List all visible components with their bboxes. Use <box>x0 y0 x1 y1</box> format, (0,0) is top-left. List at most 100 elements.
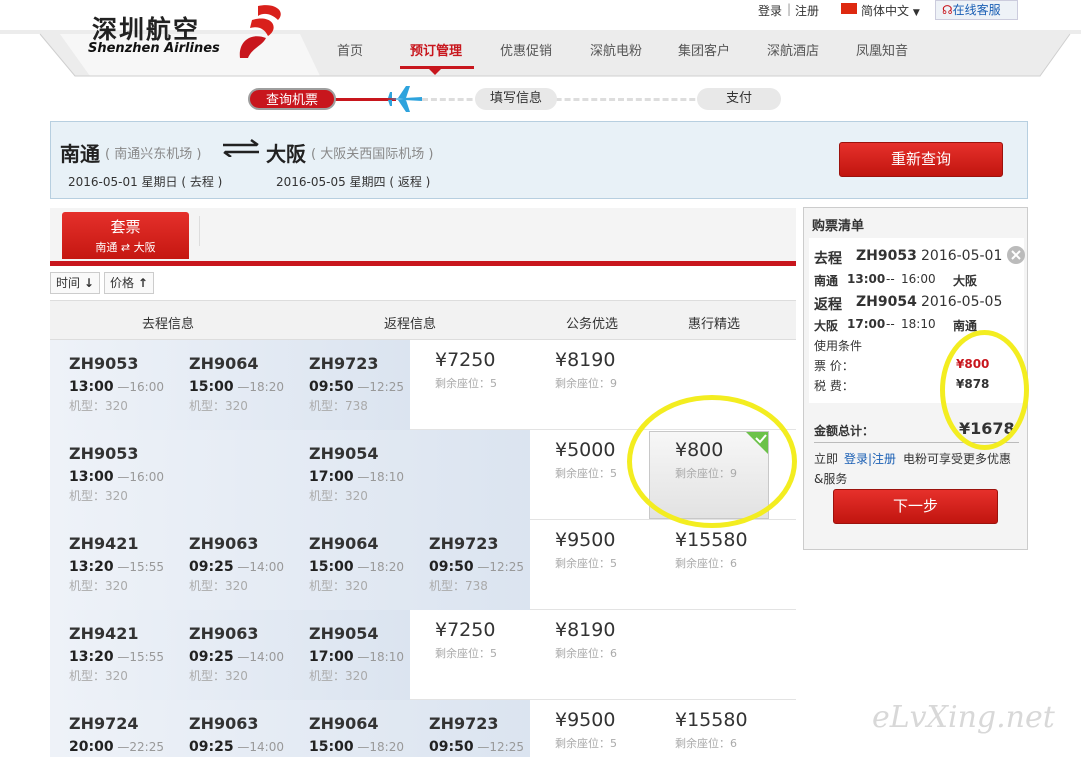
aircraft-type-label: 机型： <box>69 399 106 413</box>
departure-time: 20:00 <box>69 739 114 755</box>
search-summary: 南通 ( 南通兴东机场 ) 大阪 ( 大阪关西国际机场 ) 2016-05-01… <box>50 121 1028 199</box>
departure-time: 09:50 <box>309 379 354 395</box>
fare-option[interactable]: ¥8190 剩余座位：9 <box>555 349 617 391</box>
aircraft-type-value: 320 <box>105 489 128 503</box>
seats-left-value: 6 <box>730 737 737 750</box>
fare-option[interactable]: ¥8190 剩余座位：6 <box>555 619 617 661</box>
seats-left-label: 剩余座位： <box>435 377 490 390</box>
fare-option[interactable]: ¥7250 剩余座位：5 <box>435 619 497 661</box>
next-step-button[interactable]: 下一步 <box>833 489 998 524</box>
arrow-down-icon: ↓ <box>83 276 94 290</box>
flight-times: 09:25 —14:00 <box>189 559 284 575</box>
seats-left: 剩余座位：5 <box>555 555 617 571</box>
flight-row: ZH9421 13:20 —15:55 机型：320 ZH9063 09:25 —14:… <box>50 520 796 610</box>
language-select[interactable]: 简体中文 ▼ <box>861 2 920 19</box>
register-link[interactable]: 注册 <box>795 2 819 19</box>
flight-times: 20:00 —22:25 <box>69 739 164 755</box>
time-dash: — <box>233 650 250 664</box>
promo-tail: &服务 <box>814 472 848 486</box>
aircraft-type: 机型：320 <box>189 397 284 414</box>
aircraft-type: 机型：738 <box>309 397 404 414</box>
requery-button[interactable]: 重新查询 <box>839 142 1003 177</box>
fare-option[interactable]: ¥7250 剩余座位：5 <box>435 349 497 391</box>
flight-times: 09:25 —14:00 <box>189 649 284 665</box>
time-dash: — <box>353 470 370 484</box>
step-remaining-line <box>422 98 722 101</box>
flight-segment: ZH9723 09:50 —12:25 机型：738 <box>429 534 524 594</box>
sort-by-price-button[interactable]: 价格 ↑ <box>104 272 154 294</box>
total-label: 金额总计： <box>814 424 875 438</box>
usage-conditions-link[interactable]: 使用条件 <box>814 337 862 354</box>
aircraft-type-value: 320 <box>345 579 368 593</box>
aircraft-type-label: 机型： <box>309 579 346 593</box>
flight-number: ZH9064 <box>189 354 259 373</box>
cart-out-dep: 13:00 <box>847 272 886 286</box>
from-city: 南通 <box>60 142 100 166</box>
seats-left: 剩余座位：5 <box>435 375 497 391</box>
flight-segment: ZH9064 15:00 —18:20 机型：320 <box>309 534 404 594</box>
nav-fans[interactable]: 深航电粉 <box>590 40 642 59</box>
tax-label: 税 费： <box>814 379 854 393</box>
headset-icon: ☊ <box>942 3 953 17</box>
nav-phoenix-miles[interactable]: 凤凰知音 <box>856 40 908 59</box>
flight-segment: ZH9063 09:25 —14:00 机型：320 <box>189 624 284 684</box>
flight-times: 17:00 —18:10 <box>309 649 404 665</box>
nav-booking[interactable]: 预订管理 <box>410 40 462 59</box>
seats-left-label: 剩余座位： <box>555 647 610 660</box>
fare-price: ¥15580 <box>675 709 748 731</box>
remove-item-icon[interactable] <box>1006 245 1026 265</box>
fare-option[interactable]: ¥9500 剩余座位：5 <box>555 709 617 751</box>
return-date: 2016-05-05 星期四 ( 返程 ) <box>276 175 431 189</box>
nav-home[interactable]: 首页 <box>337 40 363 59</box>
flight-segment: ZH9054 17:00 —18:10 机型：320 <box>309 444 404 504</box>
flight-number: ZH9724 <box>69 714 139 733</box>
flight-times: 13:00 —16:00 <box>69 469 164 485</box>
nav-promotions[interactable]: 优惠促销 <box>500 40 552 59</box>
arrival-time: 14:00 <box>249 740 284 754</box>
fare-price: ¥9500 <box>555 709 616 731</box>
departure-time: 13:00 <box>69 379 114 395</box>
fare-price: ¥9500 <box>555 529 616 551</box>
flight-segment: ZH9053 13:00 —16:00 机型：320 <box>69 444 164 504</box>
depart-date: 2016-05-01 星期日 ( 去程 ) <box>68 175 223 189</box>
brand-name-en[interactable]: Shenzhen Airlines <box>88 41 220 56</box>
time-dash: — <box>353 650 370 664</box>
nav-hotel[interactable]: 深航酒店 <box>767 40 819 59</box>
cart-ret-dep: 17:00 <box>847 317 886 331</box>
online-service-button[interactable]: ☊在线客服 <box>935 0 1018 20</box>
login-link[interactable]: 登录 <box>758 2 782 19</box>
nav-corporate[interactable]: 集团客户 <box>678 40 730 59</box>
arrival-time: 15:55 <box>129 650 164 664</box>
arrival-time: 18:20 <box>369 740 404 754</box>
to-airport: ( 大阪关西国际机场 ) <box>311 147 434 162</box>
fare-option[interactable]: ¥9500 剩余座位：5 <box>555 529 617 571</box>
seats-left: 剩余座位：6 <box>675 735 748 751</box>
time-dash: — <box>353 560 370 574</box>
promo-prefix: 立即 <box>814 452 839 466</box>
aircraft-type: 机型：738 <box>429 577 524 594</box>
aircraft-type-value: 320 <box>105 399 128 413</box>
fare-option[interactable]: ¥15580 剩余座位：6 <box>675 529 748 571</box>
fare-option[interactable]: ¥15580 剩余座位：6 <box>675 709 748 751</box>
tab-package[interactable]: 套票 南通 ⇄ 大阪 <box>62 212 189 259</box>
arrival-time: 14:00 <box>249 560 284 574</box>
flight-number: ZH9421 <box>69 624 139 643</box>
aircraft-type-label: 机型： <box>189 669 226 683</box>
seats-left-value: 6 <box>730 557 737 570</box>
fare-option[interactable]: ¥5000 剩余座位：5 <box>555 439 617 481</box>
flight-segment: ZH9063 09:25 —14:00 机型：320 <box>189 534 284 594</box>
time-dash: — <box>233 380 250 394</box>
aircraft-type: 机型：320 <box>69 577 164 594</box>
arrival-time: 16:00 <box>129 380 164 394</box>
phoenix-logo-icon[interactable] <box>228 2 290 60</box>
toplink-separator: | <box>787 2 792 16</box>
aircraft-type-value: 320 <box>225 579 248 593</box>
seats-left-label: 剩余座位： <box>675 737 730 750</box>
arrival-time: 16:00 <box>129 470 164 484</box>
promo-login-link[interactable]: 登录|注册 <box>844 450 896 467</box>
cart-ret-arr: 18:10 <box>901 317 936 331</box>
aircraft-type-value: 320 <box>105 579 128 593</box>
flight-segment: ZH9054 17:00 —18:10 机型：320 <box>309 624 404 684</box>
sort-by-time-button[interactable]: 时间 ↓ <box>50 272 100 294</box>
col-business-choice: 公务优选 <box>566 317 619 332</box>
